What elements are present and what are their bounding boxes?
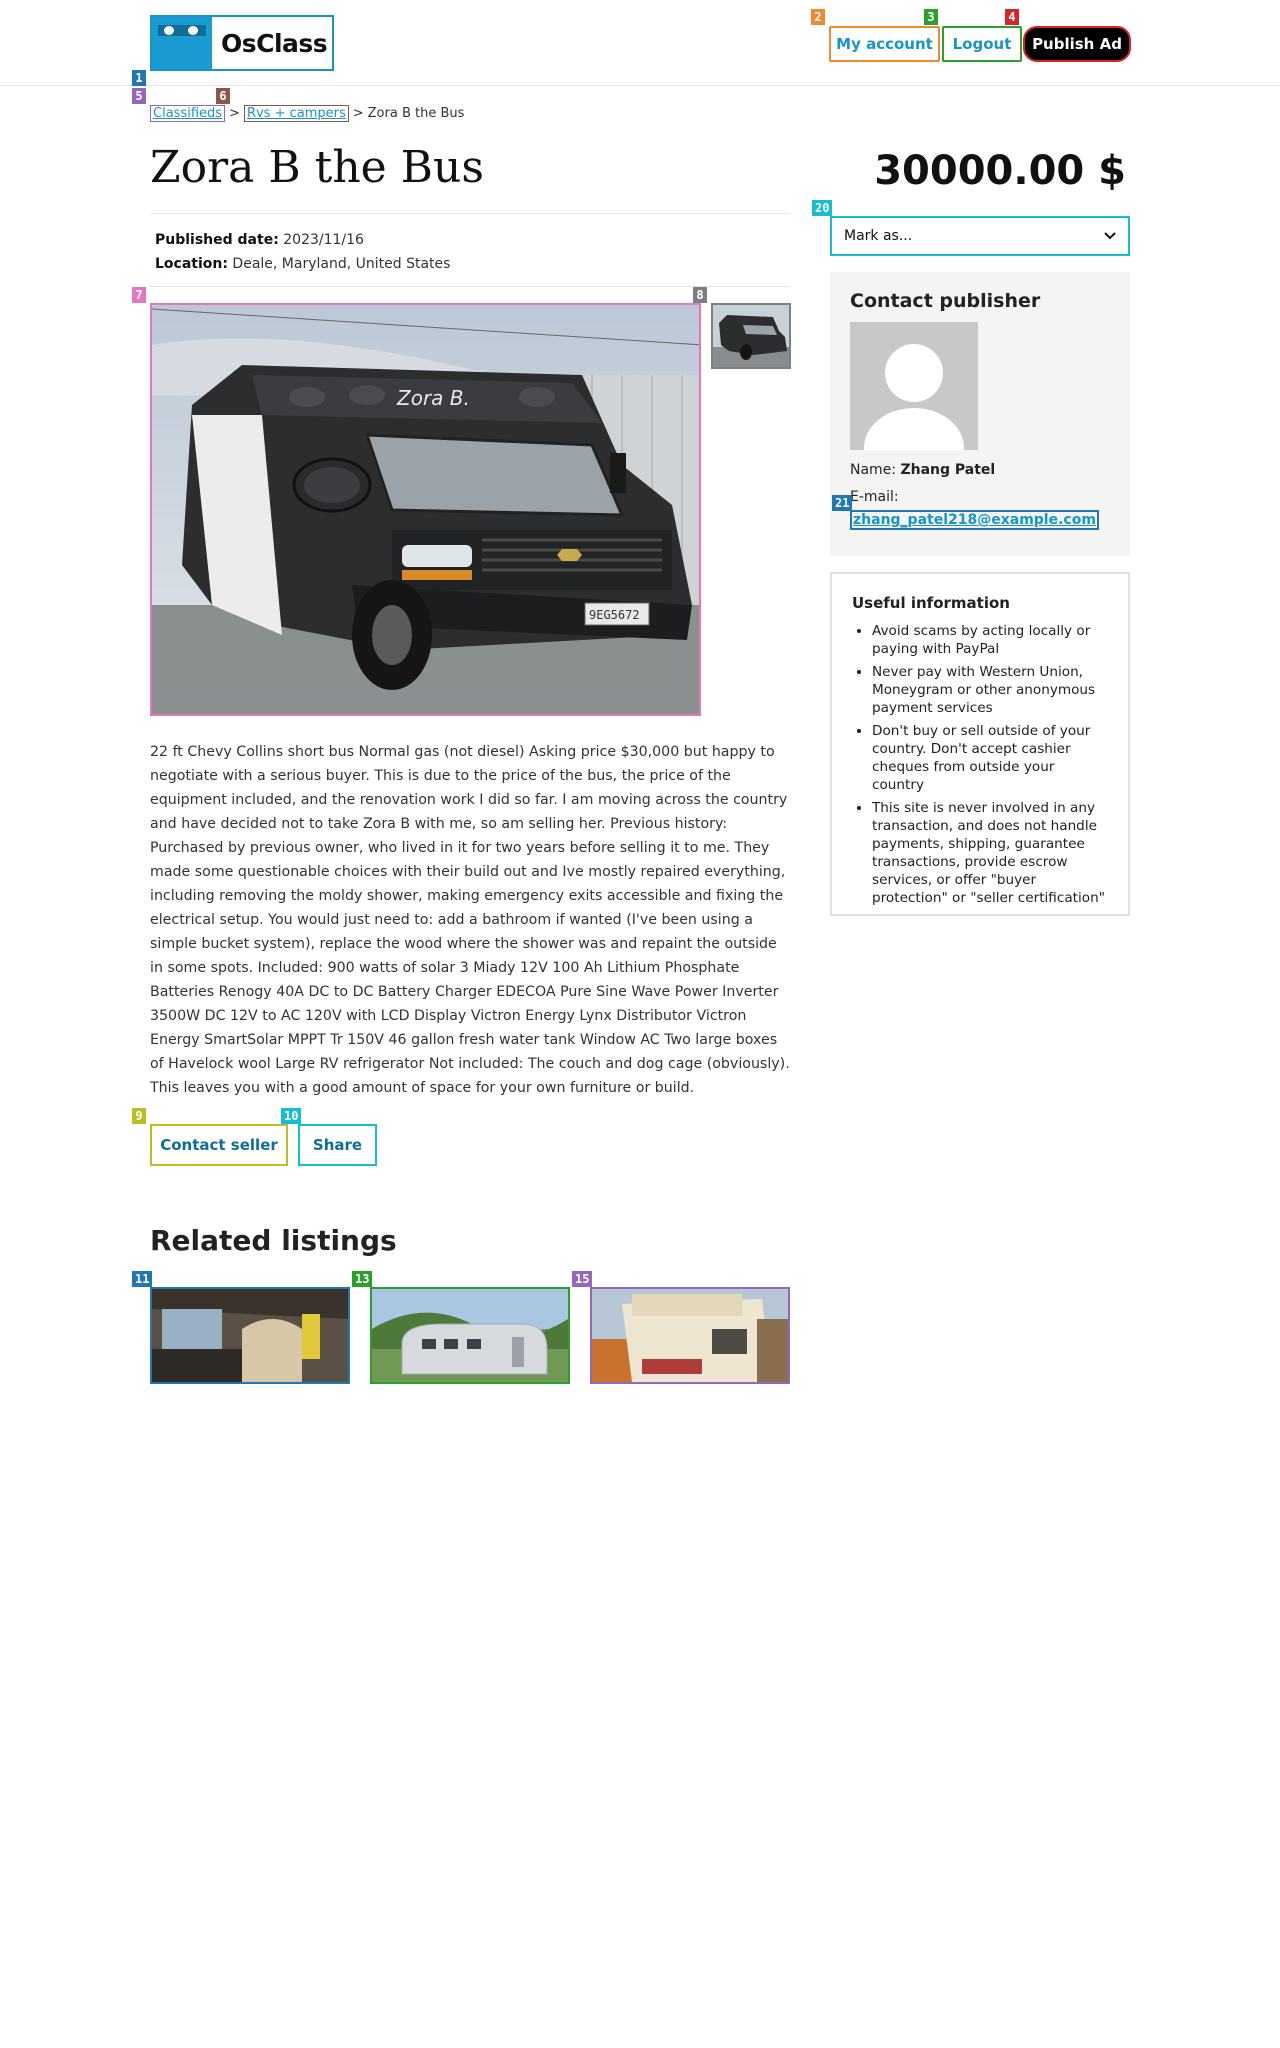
breadcrumb: Classifieds > Rvs + campers > Zora B the… [150,105,464,122]
listing-description: 22 ft Chevy Collins short bus Normal gas… [150,744,790,1096]
bus-thumbnail-image [713,305,789,367]
related-listing-card[interactable] [370,1287,570,1384]
useful-information-title: Useful information [852,594,1010,612]
contact-publisher-title: Contact publisher [850,290,1041,312]
annotation-marker: 21 [832,495,853,511]
photo-thumbnail[interactable] [711,303,791,369]
contact-seller-button[interactable]: Contact seller [150,1124,288,1166]
annotation-marker: 4 [1005,9,1019,25]
breadcrumb-separator: > [352,106,364,121]
list-item: Don't buy or sell outside of your countr… [872,722,1108,794]
list-item: Never pay with Western Union, Moneygram … [872,663,1108,717]
published-date: 2023/11/16 [283,232,364,248]
annotation-marker: 10 [281,1108,302,1124]
divider [150,213,790,214]
publisher-name-value: Zhang Patel [900,462,996,478]
logout-button[interactable]: Logout [942,26,1022,62]
annotation-marker: 8 [693,287,707,303]
publish-ad-button[interactable]: Publish Ad [1023,26,1131,62]
annotation-marker: 9 [132,1108,146,1124]
annotation-marker: 1 [132,70,146,86]
main-listing-photo[interactable]: Zora B. 9EG5672 [150,303,701,716]
related-listings-heading: Related listings [150,1224,397,1257]
logo-text: OsClass [221,28,328,58]
related-listing-card[interactable] [150,1287,350,1384]
listing-title: Zora B the Bus [150,142,484,193]
site-logo[interactable]: OsClass [150,15,334,71]
annotation-marker: 7 [132,287,146,303]
annotation-marker: 15 [572,1271,593,1287]
annotation-marker: 5 [132,88,146,104]
share-button[interactable]: Share [298,1124,377,1166]
annotation-marker: 13 [352,1271,373,1287]
publisher-avatar [850,322,978,450]
listing-meta: Published date: 2023/11/16 Location: Dea… [155,228,450,276]
publisher-name: Name: Zhang Patel [850,462,995,478]
annotation-marker: 2 [811,9,825,25]
breadcrumb-classifieds-link[interactable]: Classifieds [150,105,226,122]
site-header: OsClass My account Logout Publish Ad [0,0,1280,86]
annotation-marker: 11 [132,1271,153,1287]
license-plate-text: 9EG5672 [589,608,640,622]
bus-photo-image: Zora B. 9EG5672 [152,305,699,714]
related-listing-card[interactable] [590,1287,790,1384]
related-listing-image [592,1289,788,1382]
contact-publisher-panel: Contact publisher Name: Zhang Patel E-ma… [830,272,1130,556]
publisher-name-label: Name: [850,462,897,478]
chevron-down-icon [1104,228,1116,244]
my-account-button[interactable]: My account [829,26,940,62]
breadcrumb-category-link[interactable]: Rvs + campers [243,105,349,122]
publisher-email-link[interactable]: zhang_patel218@example.com [850,510,1099,530]
list-item: This site is never involved in any trans… [872,799,1108,907]
location-label: Location: [155,256,228,272]
logo-icon [152,17,212,69]
useful-information-list: Avoid scams by acting locally or paying … [852,622,1108,907]
annotation-marker: 20 [812,200,833,216]
breadcrumb-current: Zora B the Bus [367,106,465,121]
published-label: Published date: [155,232,279,248]
annotation-marker: 3 [924,9,938,25]
mark-as-select[interactable]: Mark as... [830,216,1130,256]
publisher-email-label: E-mail: [850,489,899,505]
annotation-marker: 6 [216,88,230,104]
related-listing-image [372,1289,568,1382]
bus-painted-text: Zora B. [396,386,470,410]
useful-information-panel: Useful information Avoid scams by acting… [830,572,1130,916]
list-item: Avoid scams by acting locally or paying … [872,622,1108,658]
location-value: Deale, Maryland, United States [232,256,451,272]
mark-as-selected-value: Mark as... [844,228,913,244]
listing-price: 30000.00 $ [874,148,1126,194]
breadcrumb-separator: > [229,106,240,121]
related-listing-image [152,1289,348,1382]
